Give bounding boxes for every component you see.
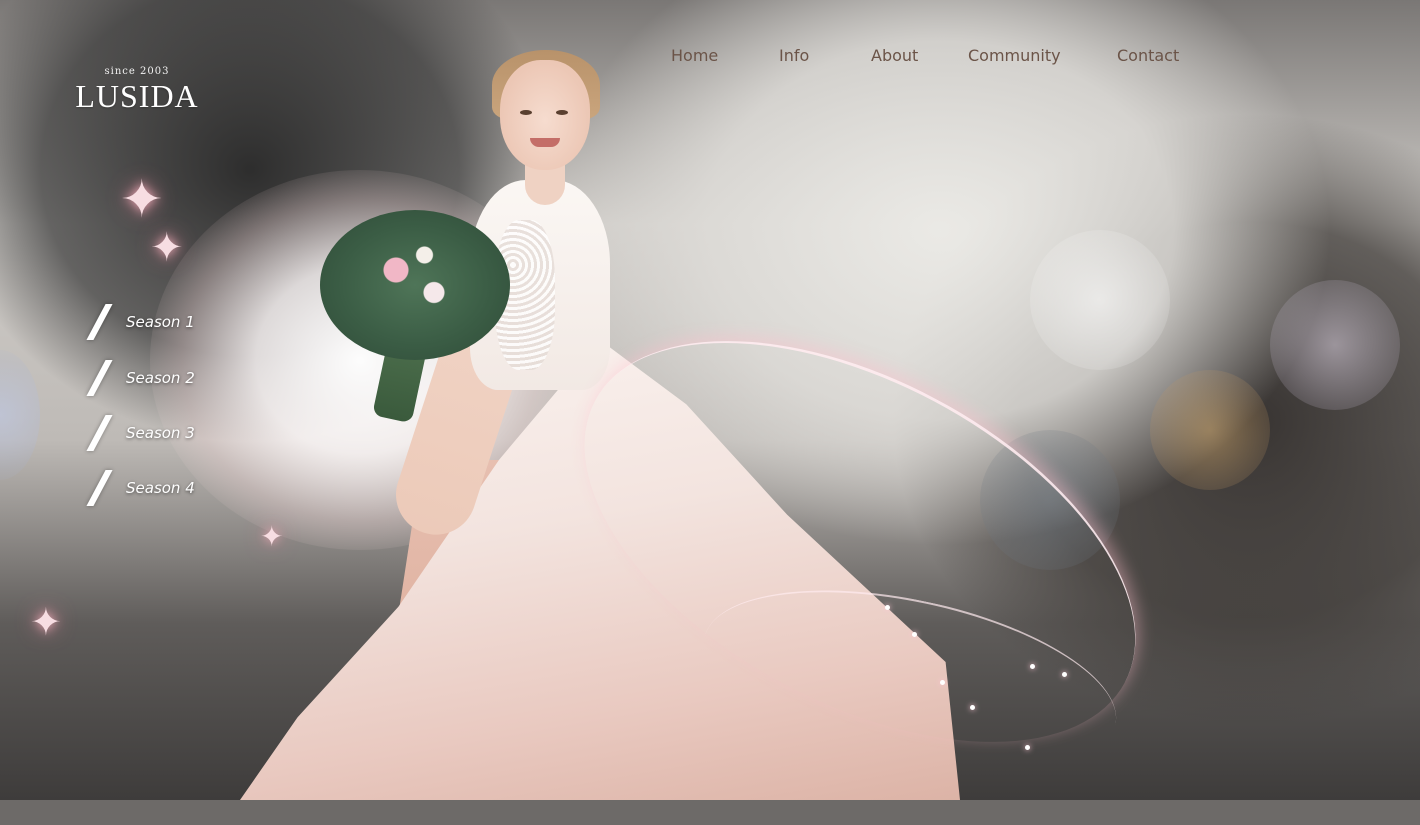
- season-item-1[interactable]: Season 1: [86, 302, 230, 342]
- bouquet: [320, 210, 510, 360]
- nav-link-info[interactable]: Info: [779, 46, 809, 65]
- sparkle-dot: [885, 605, 890, 610]
- season-item-3[interactable]: Season 3: [86, 413, 230, 453]
- eye: [520, 110, 532, 115]
- brand-logo[interactable]: since 2003 LUSIDA: [66, 66, 208, 113]
- sparkle-dot: [912, 632, 917, 637]
- sparkle-dot: [1025, 745, 1030, 750]
- sparkle-dot: [940, 680, 945, 685]
- sparkle-icon: ✦: [30, 600, 62, 644]
- slash-icon: [86, 304, 113, 340]
- eye: [556, 110, 568, 115]
- season-label: Season 1: [126, 313, 195, 331]
- nav-link-about[interactable]: About: [871, 46, 918, 65]
- bokeh-light: [1150, 370, 1270, 490]
- main-nav: Home Info About Community Contact: [0, 46, 1420, 70]
- slash-icon: [86, 470, 113, 506]
- sparkle-dot: [970, 705, 975, 710]
- smile: [530, 138, 560, 147]
- nav-link-community[interactable]: Community: [968, 46, 1061, 65]
- bokeh-light: [1030, 230, 1170, 370]
- nav-link-contact[interactable]: Contact: [1117, 46, 1179, 65]
- brand-name: LUSIDA: [75, 78, 199, 114]
- season-item-4[interactable]: Season 4: [86, 468, 230, 508]
- slash-icon: [86, 415, 113, 451]
- bokeh-light: [1270, 280, 1400, 410]
- sparkle-dot: [1030, 664, 1035, 669]
- sparkle-icon: ✦: [150, 225, 184, 271]
- face: [500, 60, 590, 170]
- season-item-2[interactable]: Season 2: [86, 358, 230, 398]
- season-label: Season 2: [126, 369, 195, 387]
- season-label: Season 3: [126, 424, 195, 442]
- sparkle-dot: [1062, 672, 1067, 677]
- nav-link-home[interactable]: Home: [671, 46, 718, 65]
- slash-icon: [86, 360, 113, 396]
- sparkle-icon: ✦: [120, 170, 164, 230]
- season-label: Season 4: [126, 479, 195, 497]
